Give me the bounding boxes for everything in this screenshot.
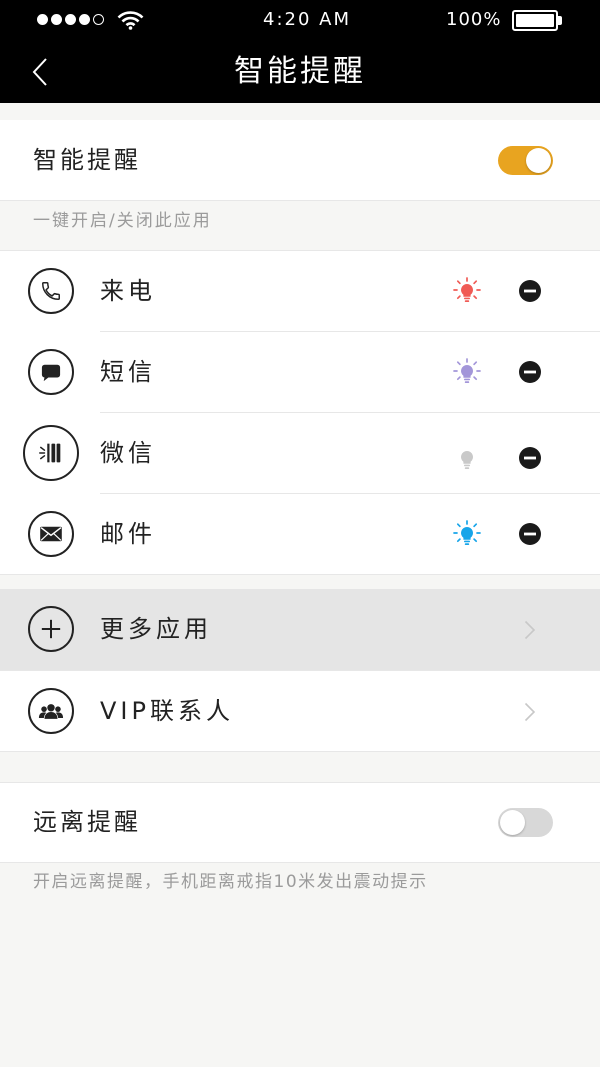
remove-icon[interactable] [518, 522, 542, 546]
away-reminder-row: 远离提醒 [0, 783, 600, 862]
wifi-icon [117, 11, 144, 30]
page-title: 智能提醒 [234, 54, 366, 89]
away-reminder-toggle[interactable] [498, 808, 553, 837]
back-button[interactable] [24, 48, 56, 96]
plus-icon [28, 606, 74, 652]
app-row-wechat: 微信 [0, 413, 600, 494]
chevron-left-icon [32, 58, 47, 86]
more-apps-label: 更多应用 [100, 615, 212, 643]
chevron-right-icon [524, 702, 535, 722]
app-row-call: 来电 [0, 251, 600, 332]
app-label: 来电 [100, 277, 156, 305]
chevron-right-icon [524, 620, 535, 640]
wechat-icon [23, 425, 79, 481]
message-icon [28, 349, 74, 395]
signal-dot [65, 14, 76, 25]
mail-icon [28, 511, 74, 557]
away-reminder-hint: 开启远离提醒，手机距离戒指10米发出震动提示 [33, 872, 428, 892]
divider [0, 574, 600, 575]
battery-fill [516, 14, 554, 27]
app-row-mail: 邮件 [0, 494, 600, 575]
battery-percent: 100% [446, 9, 502, 30]
light-bulb-icon[interactable] [452, 519, 482, 549]
nav-bar: 智能提醒 [0, 40, 600, 103]
smart-reminder-toggle[interactable] [498, 146, 553, 175]
battery-icon [512, 10, 558, 31]
smart-reminder-hint: 一键开启/关闭此应用 [33, 211, 212, 231]
more-apps-row[interactable]: 更多应用 [0, 589, 600, 670]
app-row-sms: 短信 [0, 332, 600, 413]
signal-dot [93, 14, 104, 25]
divider [0, 751, 600, 752]
remove-icon[interactable] [518, 446, 542, 470]
vip-contacts-row[interactable]: VIP联系人 [0, 671, 600, 751]
phone-icon [28, 268, 74, 314]
status-bar: 4:20 AM 100% [0, 0, 600, 40]
group-icon [28, 688, 74, 734]
signal-dots [37, 14, 104, 26]
light-bulb-icon[interactable] [452, 443, 482, 473]
vip-contacts-label: VIP联系人 [100, 697, 234, 725]
app-label: 微信 [100, 439, 156, 467]
remove-icon[interactable] [518, 279, 542, 303]
battery-nub [558, 16, 562, 25]
app-label: 短信 [100, 358, 156, 386]
app-label: 邮件 [100, 520, 156, 548]
smart-reminder-row: 智能提醒 [0, 120, 600, 200]
remove-icon[interactable] [518, 360, 542, 384]
toggle-knob [526, 148, 551, 173]
smart-reminder-label: 智能提醒 [33, 146, 141, 174]
light-bulb-icon[interactable] [452, 276, 482, 306]
toggle-knob [500, 810, 525, 835]
signal-dot [51, 14, 62, 25]
signal-dot [37, 14, 48, 25]
signal-dot [79, 14, 90, 25]
light-bulb-icon[interactable] [452, 357, 482, 387]
status-time: 4:20 AM [263, 9, 351, 30]
away-reminder-label: 远离提醒 [33, 808, 141, 836]
